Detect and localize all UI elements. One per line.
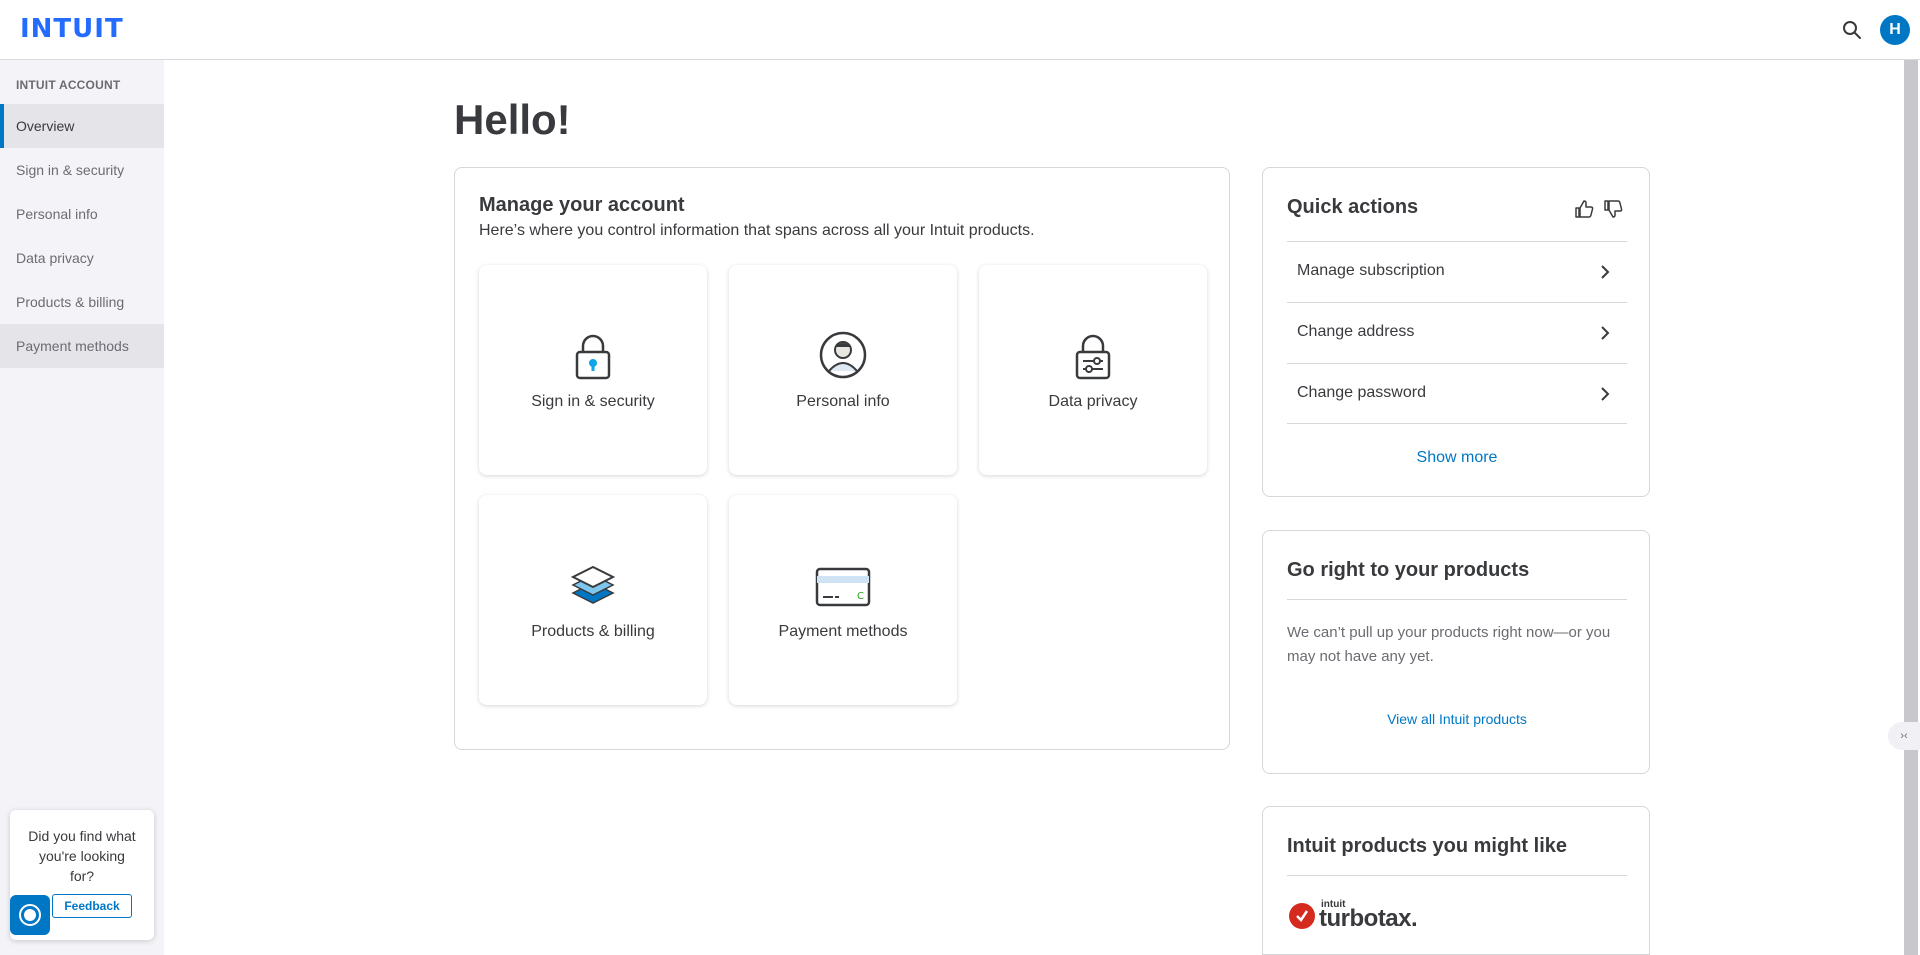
feedback-prompt: Did you find what you're looking for? bbox=[28, 828, 136, 884]
tile-label: Data privacy bbox=[1048, 393, 1138, 410]
tile-label: Products & billing bbox=[531, 623, 655, 640]
go-to-products-message: We can’t pull up your products right now… bbox=[1287, 624, 1611, 665]
manage-account-subtitle: Here’s where you control information tha… bbox=[479, 222, 1035, 239]
chevron-right-icon bbox=[1599, 386, 1611, 402]
user-avatar[interactable]: H bbox=[1880, 15, 1910, 45]
search-icon[interactable] bbox=[1840, 18, 1864, 42]
show-more-link[interactable]: Show more bbox=[1263, 449, 1651, 467]
tile-label: Sign in & security bbox=[531, 393, 655, 410]
go-to-products-title: Go right to your products bbox=[1287, 559, 1530, 581]
person-icon bbox=[817, 329, 869, 381]
svg-text:C: C bbox=[857, 591, 864, 602]
privacy-lock-icon bbox=[1067, 329, 1119, 381]
tile-payment-methods[interactable]: C Payment methods bbox=[729, 495, 957, 705]
turbotax-logo[interactable]: intuit turbotax. bbox=[1289, 897, 1429, 933]
tile-data-privacy[interactable]: Data privacy bbox=[979, 265, 1207, 475]
tile-label: Payment methods bbox=[778, 623, 908, 640]
scrollbar-thumb[interactable] bbox=[1904, 60, 1918, 955]
lock-icon bbox=[567, 329, 619, 381]
quick-actions-card: Quick actions Manage subscription Change… bbox=[1262, 167, 1650, 497]
chevron-right-icon bbox=[1599, 264, 1611, 280]
recommended-products-title: Intuit products you might like bbox=[1287, 835, 1567, 857]
recommended-products-card: Intuit products you might like intuit tu… bbox=[1262, 806, 1650, 955]
divider bbox=[1287, 875, 1627, 876]
tile-personal-info[interactable]: Personal info bbox=[729, 265, 957, 475]
quick-action-label: Change address bbox=[1297, 323, 1415, 340]
feedback-launcher-icon[interactable] bbox=[10, 895, 50, 935]
divider bbox=[1287, 423, 1627, 424]
quick-action-label: Change password bbox=[1297, 384, 1426, 401]
quick-action-change-address[interactable]: Change address bbox=[1287, 302, 1627, 363]
manage-account-card: Manage your account Here’s where you con… bbox=[454, 167, 1230, 750]
sidebar-item-personal-info[interactable]: Personal info bbox=[0, 192, 164, 236]
view-all-products-link[interactable]: View all Intuit products bbox=[1263, 711, 1651, 727]
quick-action-label: Manage subscription bbox=[1297, 262, 1445, 279]
sidebar-item-data-privacy[interactable]: Data privacy bbox=[0, 236, 164, 280]
sidebar: INTUIT ACCOUNT Overview Sign in & securi… bbox=[0, 60, 164, 955]
tile-label: Personal info bbox=[796, 393, 890, 410]
layers-icon bbox=[567, 559, 619, 611]
sidebar-heading: INTUIT ACCOUNT bbox=[16, 78, 121, 92]
sidebar-item-overview[interactable]: Overview bbox=[0, 104, 164, 148]
tile-products-billing[interactable]: Products & billing bbox=[479, 495, 707, 705]
quick-actions-title: Quick actions bbox=[1287, 196, 1419, 218]
credit-card-icon: C bbox=[815, 559, 871, 611]
go-to-products-card: Go right to your products We can’t pull … bbox=[1262, 530, 1650, 774]
thumbs-down-icon[interactable] bbox=[1602, 198, 1624, 220]
quick-action-manage-subscription[interactable]: Manage subscription bbox=[1287, 241, 1627, 302]
thumbs-up-icon[interactable] bbox=[1573, 198, 1595, 220]
tile-sign-in-security[interactable]: Sign in & security bbox=[479, 265, 707, 475]
intuit-logo[interactable]: INTUIT bbox=[20, 14, 124, 44]
quick-action-change-password[interactable]: Change password bbox=[1287, 363, 1627, 424]
sidebar-item-sign-in-security[interactable]: Sign in & security bbox=[0, 148, 164, 192]
turbotax-logo-text: turbotax. bbox=[1319, 905, 1418, 932]
sidebar-item-payment-methods[interactable]: Payment methods bbox=[0, 324, 164, 368]
divider bbox=[1287, 599, 1627, 600]
feedback-button[interactable]: Feedback bbox=[52, 894, 132, 918]
sidebar-item-products-billing[interactable]: Products & billing bbox=[0, 280, 164, 324]
chevron-right-icon bbox=[1599, 325, 1611, 341]
page-scrollbar[interactable] bbox=[1902, 60, 1920, 955]
checkmark-icon bbox=[1289, 903, 1315, 929]
manage-account-title: Manage your account bbox=[479, 194, 685, 216]
top-header: INTUIT H bbox=[0, 0, 1920, 60]
page-title: Hello! bbox=[454, 96, 571, 143]
collapse-handle-icon[interactable]: ›‹ bbox=[1888, 722, 1920, 750]
